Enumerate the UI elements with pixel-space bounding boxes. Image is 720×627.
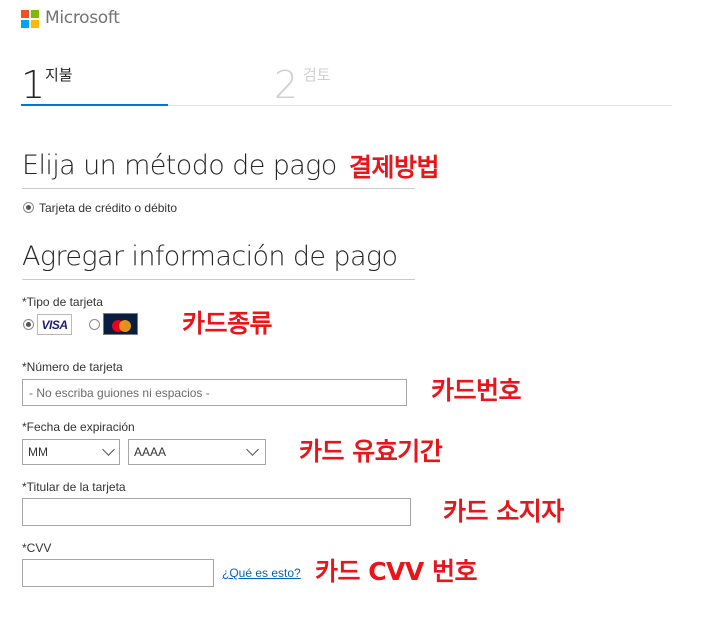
cvv-input[interactable] xyxy=(22,559,214,587)
mastercard-logo[interactable] xyxy=(103,313,138,335)
annotation-card-holder: 카드 소지자 xyxy=(443,497,564,526)
expiry-year-value: AAAA xyxy=(134,445,167,459)
chevron-down-icon xyxy=(102,443,115,456)
payment-method-heading: Elija un método de pago xyxy=(22,150,337,181)
annotation-cvv: 카드 CVV 번호 xyxy=(315,557,477,586)
expiry-label: *Fecha de expiración xyxy=(22,420,135,434)
step-progress-track xyxy=(168,105,672,106)
brand-name: Microsoft xyxy=(45,8,120,28)
card-type-label: *Tipo de tarjeta xyxy=(22,295,103,309)
step-2-number: 2 xyxy=(274,63,299,107)
expiry-month-value: MM xyxy=(28,445,48,459)
annotation-card-number: 카드번호 xyxy=(431,376,522,405)
step-1-number: 1 xyxy=(21,63,46,107)
payment-info-heading: Agregar información de pago xyxy=(22,241,398,272)
payment-method-option-label: Tarjeta de crédito o débito xyxy=(39,201,178,215)
step-1-label: 지불 xyxy=(45,67,73,84)
visa-logo-text: VISA xyxy=(41,317,68,332)
annotation-card-type: 카드종류 xyxy=(182,309,273,338)
card-holder-label: *Titular de la tarjeta xyxy=(22,480,126,494)
card-number-placeholder: - No escriba guiones ni espacios - xyxy=(29,385,210,400)
divider xyxy=(22,279,415,280)
chevron-down-icon xyxy=(246,443,259,456)
card-type-visa-radio[interactable] xyxy=(23,319,34,330)
step-progress-active xyxy=(21,104,168,106)
cvv-help-link[interactable]: ¿Qué es esto? xyxy=(222,566,301,580)
annotation-expiry: 카드 유효기간 xyxy=(299,437,443,466)
expiry-month-select[interactable]: MM xyxy=(22,439,120,465)
step-2-label: 검토 xyxy=(303,67,331,84)
card-number-label: *Número de tarjeta xyxy=(22,360,123,374)
divider xyxy=(22,188,415,189)
card-number-input[interactable]: - No escriba guiones ni espacios - xyxy=(22,379,407,406)
card-holder-input[interactable] xyxy=(22,498,411,526)
microsoft-logo xyxy=(21,10,39,28)
payment-method-radio[interactable] xyxy=(23,202,34,213)
visa-logo[interactable]: VISA xyxy=(37,314,72,335)
expiry-year-select[interactable]: AAAA xyxy=(128,439,266,465)
card-type-mastercard-radio[interactable] xyxy=(89,319,100,330)
cvv-label: *CVV xyxy=(22,541,52,555)
annotation-payment-method: 결제방법 xyxy=(349,153,440,182)
